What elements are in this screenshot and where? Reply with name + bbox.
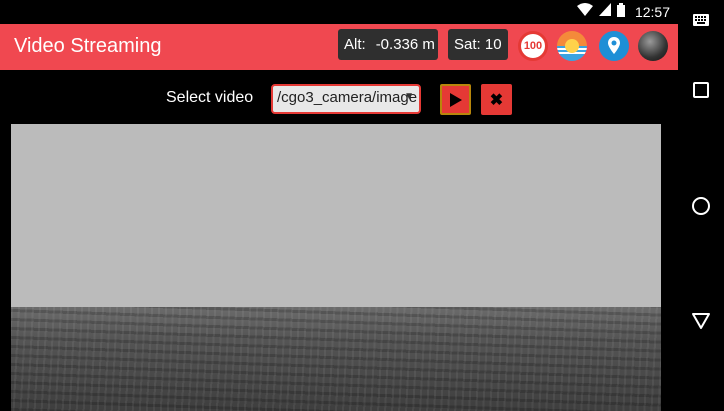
video-stream-view[interactable] [11,124,661,411]
status-bar: 12:57 [0,0,678,24]
location-indicator[interactable] [599,31,629,61]
altitude-value: -0.336 m [375,36,435,53]
signal-icon [598,3,611,21]
stop-icon: ✖ [489,91,504,109]
video-source-value: /cgo3_camera/image [277,89,418,106]
status-icons: 12:57 [576,2,670,22]
keyboard-button[interactable] [678,0,724,40]
video-sky [11,124,661,307]
status-time: 12:57 [634,4,670,20]
app-bar: Video Streaming Alt: -0.336 m Sat: 10 100 [0,24,678,70]
play-button[interactable] [440,84,471,115]
navigation-bar [678,0,724,411]
horizon-indicator[interactable] [557,31,587,61]
wifi-icon [576,3,593,21]
battery-indicator[interactable]: 100 [518,31,548,61]
stop-button[interactable]: ✖ [481,84,512,115]
video-ground [11,307,661,411]
recents-button[interactable] [678,70,724,110]
select-video-label: Select video [166,89,254,106]
home-icon [692,197,710,215]
chevron-down-icon: ▼ [404,91,414,102]
satellite-chip: Sat: 10 [448,29,508,60]
altitude-chip: Alt: -0.336 m [338,29,438,60]
recents-icon [693,82,709,98]
home-button[interactable] [678,186,724,226]
connection-status-indicator[interactable] [638,31,668,61]
battery-icon [616,2,625,22]
back-button[interactable] [678,301,724,341]
location-icon [608,37,620,54]
app-title: Video Streaming [14,35,162,57]
video-source-select[interactable]: /cgo3_camera/image ▼ [271,84,421,114]
keyboard-icon [693,14,709,26]
back-icon [692,313,710,329]
play-icon [449,92,462,107]
altitude-label: Alt: [344,36,366,53]
